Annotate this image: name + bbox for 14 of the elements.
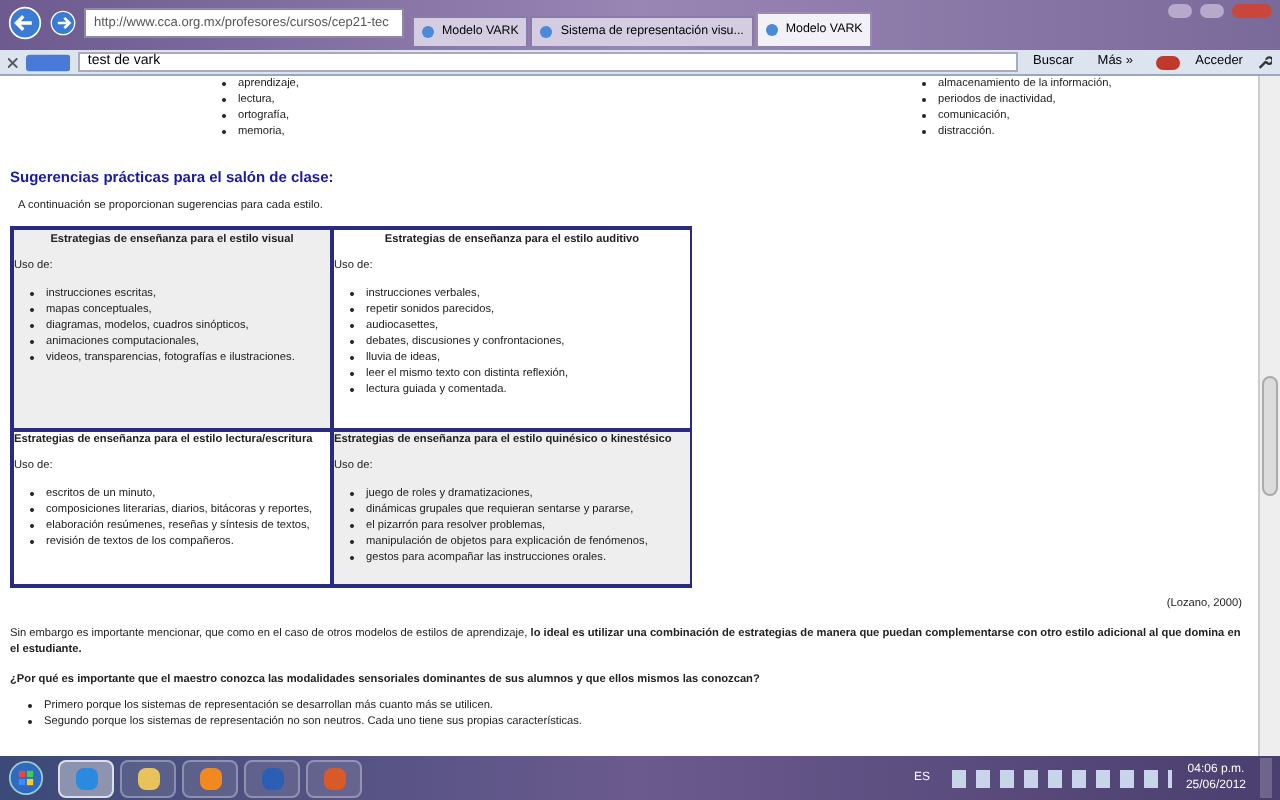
notification-badge[interactable] (1156, 55, 1180, 69)
close-icon[interactable] (8, 57, 18, 67)
taskbar-button[interactable] (58, 759, 114, 797)
back-icon[interactable] (8, 6, 42, 40)
scrollbar[interactable] (1258, 76, 1280, 756)
taskbar-button[interactable] (120, 759, 176, 797)
taskbar-button[interactable] (182, 759, 238, 797)
page-icon (540, 26, 553, 38)
forward-icon[interactable] (50, 10, 76, 36)
page-icon (765, 24, 778, 36)
tray-icons[interactable] (951, 769, 1172, 787)
start-button[interactable] (8, 760, 44, 796)
wrench-icon[interactable] (1258, 55, 1272, 69)
page-icon (422, 26, 434, 38)
